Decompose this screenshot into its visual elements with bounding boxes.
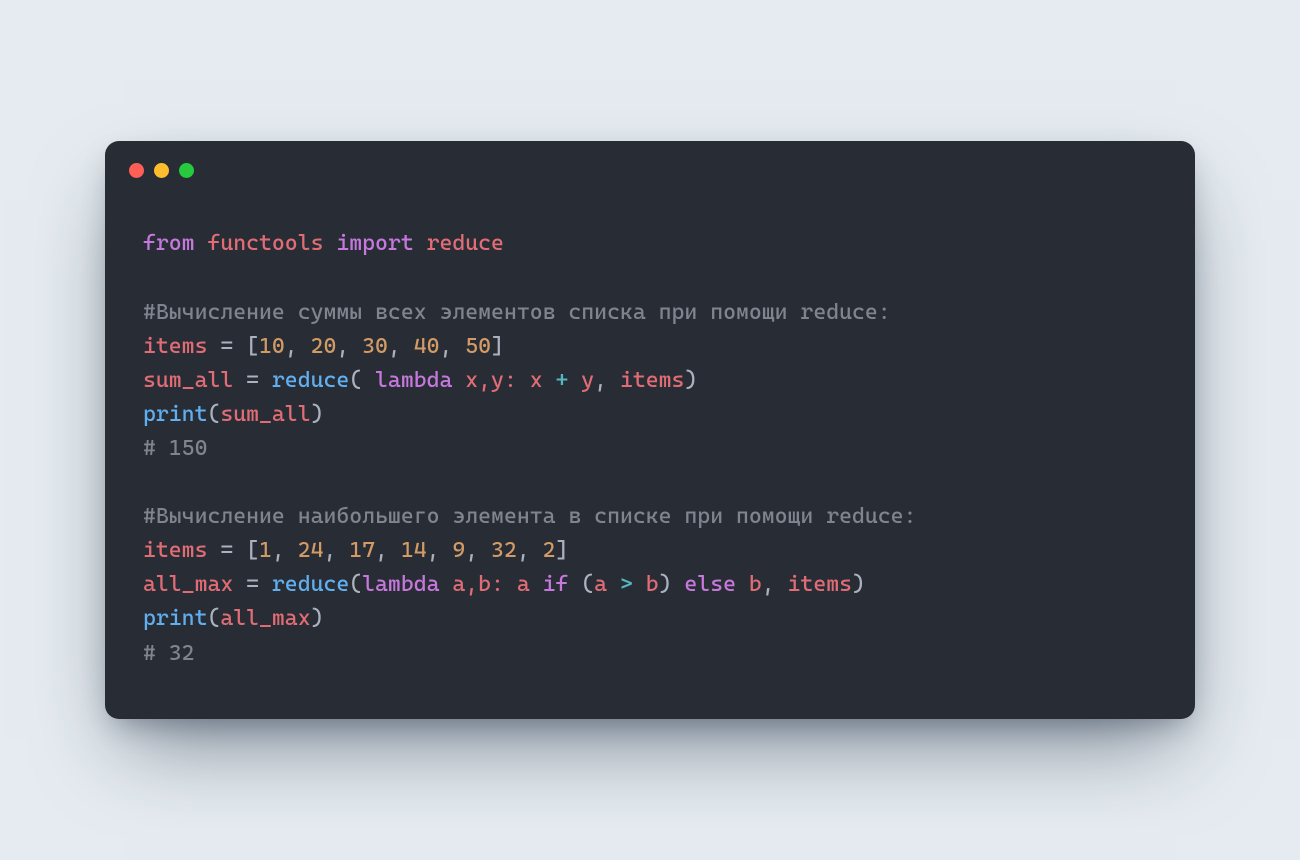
keyword-import: import — [336, 231, 413, 256]
identifier: all_max — [143, 572, 233, 597]
comment-line: # 32 — [143, 641, 195, 666]
keyword-if: if — [530, 572, 582, 597]
window-titlebar — [105, 141, 1195, 199]
comment-line: #Вычисление суммы всех элементов списка … — [143, 300, 891, 325]
imported-name: reduce — [427, 231, 504, 256]
code-block: from functools import reduce #Вычисление… — [105, 199, 1195, 718]
identifier: items — [143, 334, 207, 359]
function-call: print — [143, 402, 207, 427]
keyword-lambda: lambda — [375, 368, 452, 393]
identifier: items — [143, 538, 207, 563]
code-line: print(all_max) — [143, 606, 323, 631]
keyword-from: from — [143, 231, 195, 256]
code-line: from functools import reduce — [143, 231, 504, 256]
code-line: sum_all = reduce( lambda x,y: x + y, ite… — [143, 368, 697, 393]
keyword-else: else — [672, 572, 749, 597]
identifier: sum_all — [143, 368, 233, 393]
code-line: items = [10, 20, 30, 40, 50] — [143, 334, 504, 359]
comment-line: #Вычисление наибольшего элемента в списк… — [143, 504, 916, 529]
function-call: reduce — [272, 572, 349, 597]
function-call: reduce — [272, 368, 349, 393]
traffic-light-minimize-icon[interactable] — [154, 163, 169, 178]
module-name: functools — [207, 231, 323, 256]
function-call: print — [143, 606, 207, 631]
comment-line: # 150 — [143, 436, 207, 461]
code-window: from functools import reduce #Вычисление… — [105, 141, 1195, 718]
code-line: items = [1, 24, 17, 14, 9, 32, 2] — [143, 538, 568, 563]
code-line: all_max = reduce(lambda a,b: a if (a > b… — [143, 572, 865, 597]
keyword-lambda: lambda — [362, 572, 439, 597]
traffic-light-close-icon[interactable] — [129, 163, 144, 178]
traffic-light-zoom-icon[interactable] — [179, 163, 194, 178]
code-line: print(sum_all) — [143, 402, 323, 427]
